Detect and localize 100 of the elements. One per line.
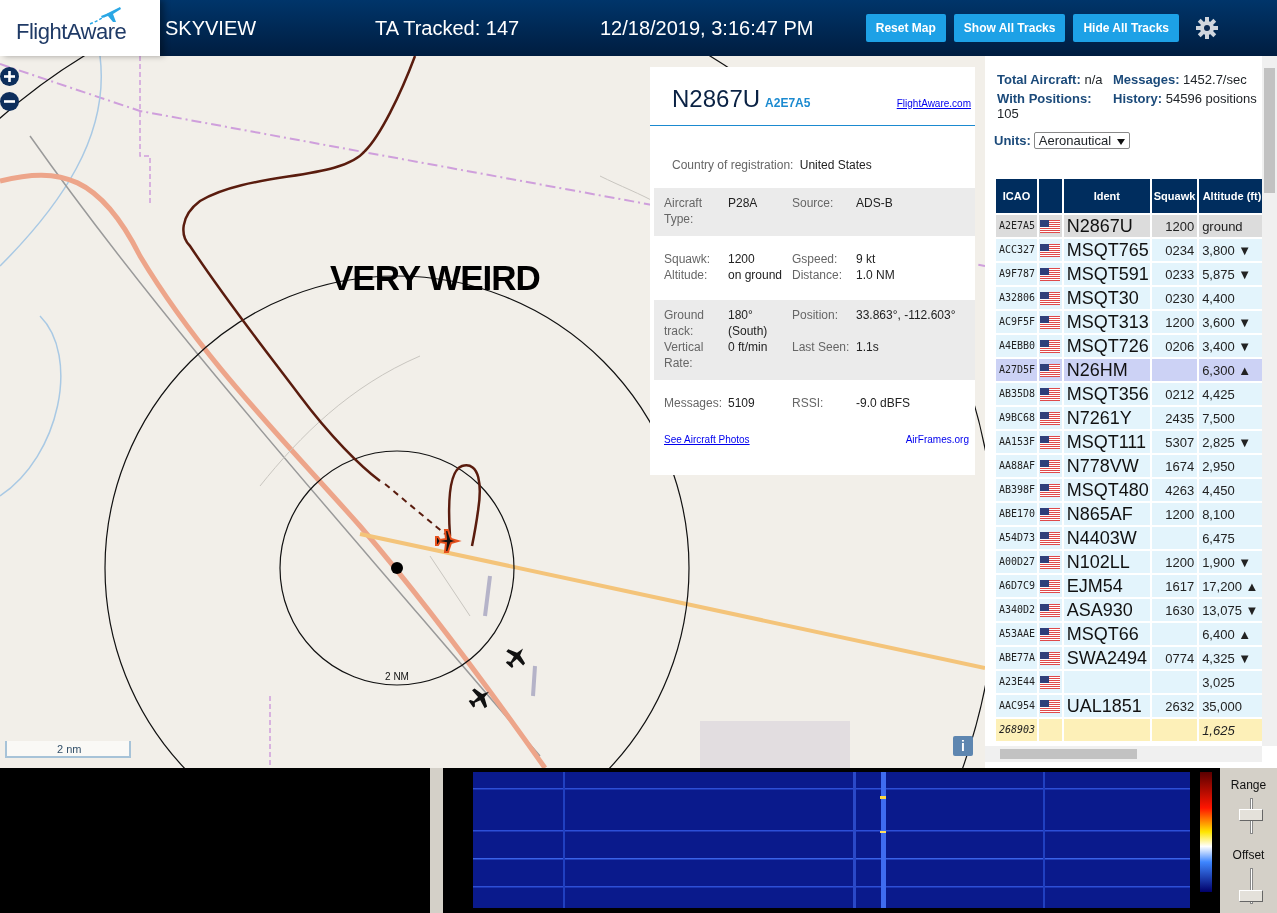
- flag-icon: [1040, 507, 1061, 521]
- table-cell: MSQT66: [1063, 623, 1150, 645]
- table-cell: 2,825 ▼: [1199, 431, 1262, 453]
- units-label: Units:: [994, 133, 1031, 148]
- table-cell: MSQT111: [1063, 431, 1150, 453]
- column-header[interactable]: ICAO: [996, 179, 1038, 213]
- field-value: 180° (South): [728, 307, 769, 339]
- table-cell: MSQT356: [1063, 383, 1150, 405]
- table-cell: ACC327: [996, 239, 1038, 261]
- field-value: P28A: [728, 195, 759, 212]
- table-cell: 4,450: [1199, 479, 1262, 501]
- date-time: 12/18/2019, 3:16:47 PM: [600, 16, 815, 41]
- table-cell: 17,200 ▲: [1199, 575, 1262, 597]
- table-cell: ASA930: [1063, 599, 1150, 621]
- table-cell: A23E44: [996, 671, 1038, 693]
- stat-value: 105: [997, 106, 1019, 121]
- table-cell: A9BC68: [996, 407, 1038, 429]
- field-label: Country of registration:: [672, 158, 794, 172]
- link[interactable]: See Aircraft Photos: [664, 432, 750, 447]
- aircraft-icon[interactable]: [435, 529, 462, 553]
- link[interactable]: AirFrames.org: [905, 432, 969, 447]
- table-cell: A4EBB0: [996, 335, 1038, 357]
- flag-icon: [1040, 603, 1061, 617]
- table-cell: 0774: [1151, 647, 1198, 669]
- table-cell: N4403W: [1063, 527, 1150, 549]
- table-cell: 6,400 ▲: [1199, 623, 1262, 645]
- column-header[interactable]: Squawk: [1151, 179, 1198, 213]
- table-cell: AA153F: [996, 431, 1038, 453]
- table-cell: A54D73: [996, 527, 1038, 549]
- field-label: Source:: [792, 195, 835, 212]
- table-cell: 7,500: [1199, 407, 1262, 429]
- table-cell: A32806: [996, 287, 1038, 309]
- table-cell: 13,075 ▼: [1199, 599, 1262, 621]
- flag-icon: [1040, 555, 1061, 569]
- table-cell: AAC954: [996, 695, 1038, 717]
- field-value: -9.0 dBFS: [856, 395, 912, 411]
- table-cell: A2E7A5: [996, 215, 1038, 237]
- table-cell: 3,400 ▼: [1199, 335, 1262, 357]
- table-cell: 5,875 ▼: [1199, 263, 1262, 285]
- table-cell: 3,800 ▼: [1199, 239, 1262, 261]
- column-header[interactable]: Ident: [1063, 179, 1150, 213]
- table-cell: A00D27: [996, 551, 1038, 573]
- table-cell: ground: [1199, 215, 1262, 237]
- table-cell: 1,900 ▼: [1199, 551, 1262, 573]
- table-cell: A6D7C9: [996, 575, 1038, 597]
- table-cell: MSQT480: [1063, 479, 1150, 501]
- field-label: Messages:: [664, 395, 724, 411]
- field-label: Vertical Rate:: [664, 339, 705, 371]
- field-value: 1.1s: [856, 339, 880, 356]
- table-cell: N865AF: [1063, 503, 1150, 525]
- horizontal-scrollbar[interactable]: [985, 746, 1262, 762]
- flag-icon: [1040, 267, 1061, 281]
- flag-icon: [1040, 483, 1061, 497]
- table-cell: 0206: [1151, 335, 1198, 357]
- table-cell: A53AAE: [996, 623, 1038, 645]
- column-header[interactable]: Altitude (ft): [1199, 179, 1262, 213]
- field-value: 9 kt: [856, 251, 877, 267]
- field-value: ADS-B: [856, 195, 894, 212]
- aircraft-hex: A2E7A5: [765, 95, 811, 112]
- zoom-in-icon[interactable]: [0, 67, 19, 86]
- flag-icon: [1040, 651, 1061, 665]
- table-cell: N778VW: [1063, 455, 1150, 477]
- field-label: Aircraft Type:: [664, 195, 703, 227]
- table-cell: ABE77A: [996, 647, 1038, 669]
- stat-label: History:: [1113, 91, 1163, 106]
- vertical-scrollbar[interactable]: [1262, 56, 1277, 746]
- field-value: 5109: [728, 395, 756, 411]
- table-cell: 1200: [1151, 215, 1198, 237]
- link[interactable]: FlightAware.com: [896, 96, 971, 111]
- zoom-out-icon[interactable]: [0, 92, 19, 111]
- field-value: 1.0 NM: [856, 267, 896, 283]
- logo-text: FlightAware: [16, 18, 127, 46]
- flag-icon: [1040, 219, 1061, 233]
- stat-value: n/a: [1083, 72, 1103, 87]
- table-cell: 4,400: [1199, 287, 1262, 309]
- table-cell: N2867U: [1063, 215, 1150, 237]
- table-cell: AC9F5F: [996, 311, 1038, 333]
- table-cell: MSQT765: [1063, 239, 1150, 261]
- flag-icon: [1040, 435, 1061, 449]
- info-button[interactable]: i: [953, 736, 973, 756]
- table-cell: 6,300 ▲: [1199, 359, 1262, 381]
- table-cell: MSQT30: [1063, 287, 1150, 309]
- settings-icon[interactable]: [1195, 16, 1219, 40]
- aircraft-icon[interactable]: [468, 688, 489, 709]
- field-value: 33.863°, -112.603°: [856, 307, 957, 324]
- flag-icon: [1040, 627, 1061, 641]
- flag-icon: [1040, 387, 1061, 401]
- table-cell: N7261Y: [1063, 407, 1150, 429]
- table-cell: 4,425: [1199, 383, 1262, 405]
- stat-value: 1452.7/sec: [1182, 72, 1247, 87]
- table-cell: 1200: [1151, 311, 1198, 333]
- flag-icon: [1040, 243, 1061, 257]
- flag-icon: [1040, 579, 1061, 593]
- flag-icon: [1040, 363, 1061, 377]
- column-header: [1039, 179, 1062, 213]
- flag-icon: [1040, 531, 1061, 545]
- field-label: Altitude:: [664, 267, 709, 283]
- units-select[interactable]: Aeronautical: [1033, 132, 1131, 149]
- table-cell: AB398F: [996, 479, 1038, 501]
- aircraft-icon[interactable]: [505, 648, 526, 668]
